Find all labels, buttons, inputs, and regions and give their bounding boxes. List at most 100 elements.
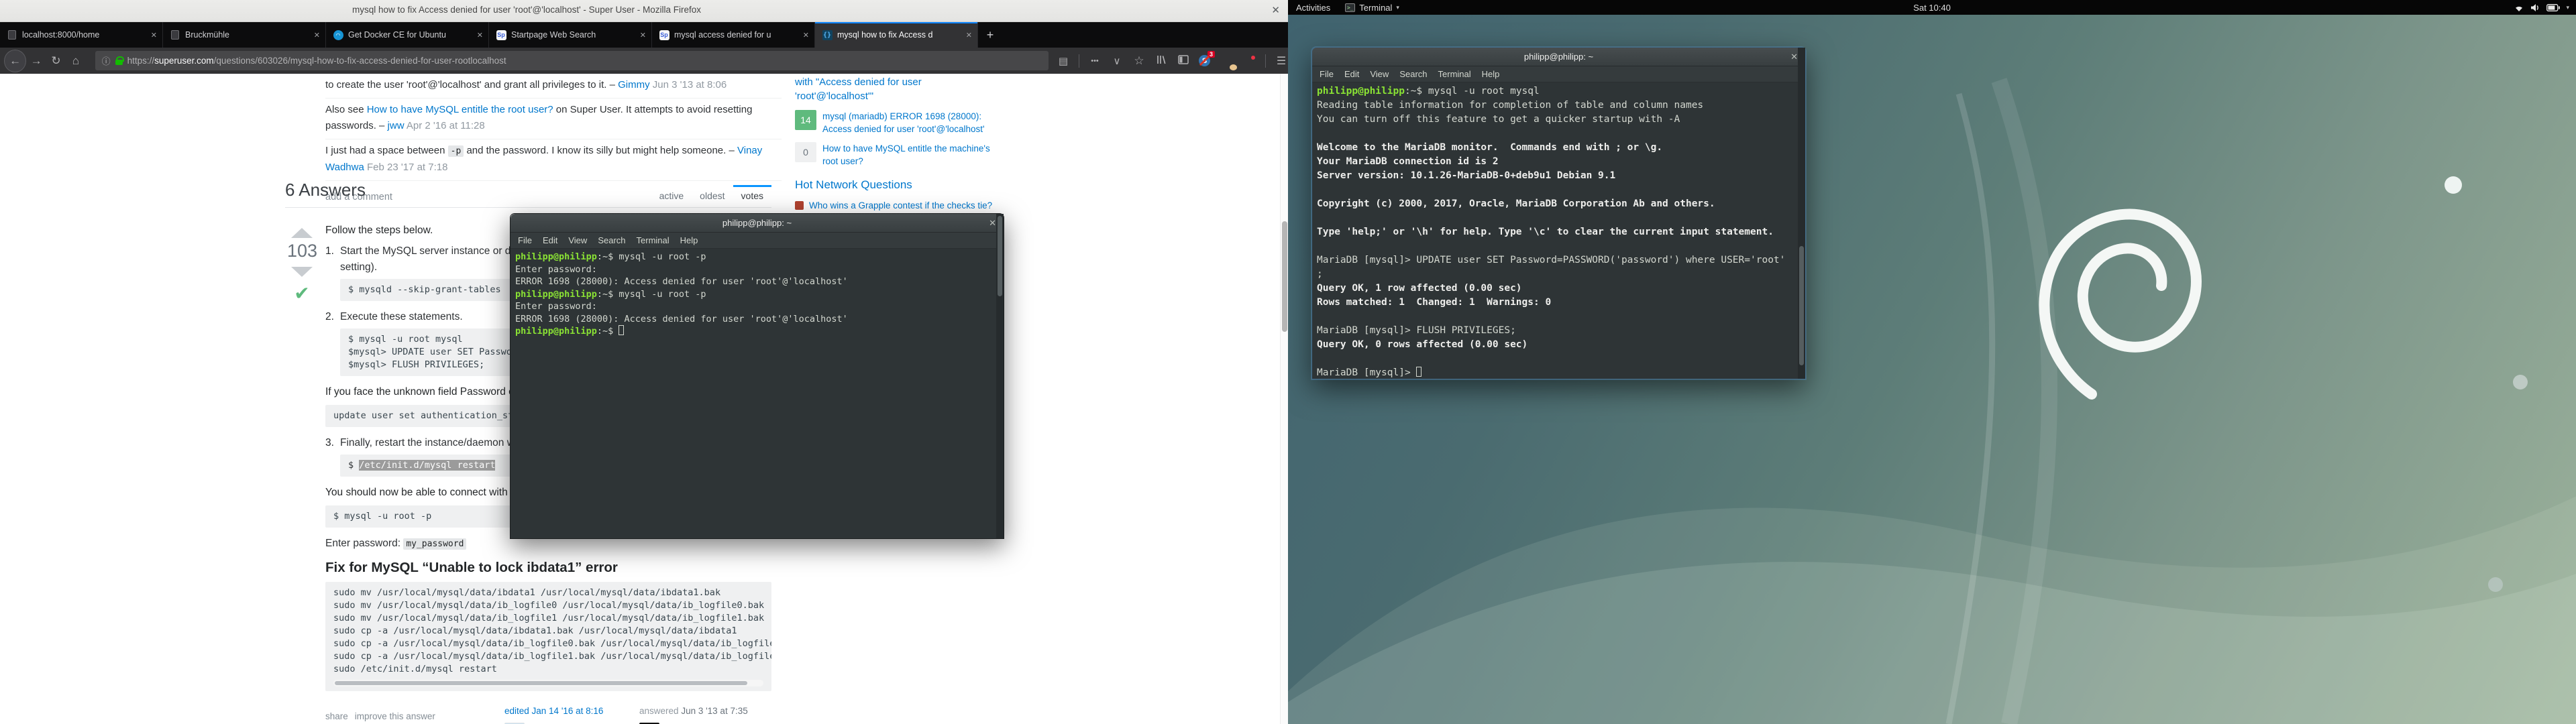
pocket-icon[interactable]: ∨ [1110,55,1124,67]
activities-button[interactable]: Activities [1288,3,1338,13]
menu-item[interactable]: Edit [543,235,557,245]
scrollbar-thumb[interactable] [335,681,747,685]
scrollbar-thumb[interactable] [1282,221,1287,332]
terminal-window-left[interactable]: philipp@philipp: ~ ✕ File Edit View Search T… [510,213,1004,539]
page-icon [7,29,17,40]
site-info-icon[interactable]: ⓘ [102,54,111,67]
terminal-title: philipp@philipp: ~ [722,218,792,228]
tab-bruckmuehle[interactable]: Bruckmühle ✕ [163,22,326,48]
left-monitor: mysql how to fix Access denied for user … [0,0,1288,724]
linked-question-link[interactable]: 'root'@'localhost'" [795,89,1006,103]
tab-localhost[interactable]: localhost:8000/home ✕ [0,22,163,48]
terminal-titlebar[interactable]: philipp@philipp: ~ ✕ [511,214,1004,233]
menu-item[interactable]: Help [1482,69,1500,79]
code-line: sudo mv /usr/local/mysql/data/ibdata1 /u… [333,587,763,599]
tab-docker[interactable]: ◠ Get Docker CE for Ubuntu ✕ [326,22,489,48]
menu-item[interactable]: File [518,235,532,245]
tab-close-icon[interactable]: ✕ [151,31,157,40]
forward-button[interactable]: → [26,51,46,71]
noscript-icon[interactable]: S3 [1199,55,1212,66]
bookmark-star-icon[interactable]: ☆ [1132,54,1146,68]
tab-close-icon[interactable]: ✕ [640,31,646,40]
improve-answer-link[interactable]: improve this answer [355,709,435,724]
back-button[interactable]: ← [4,50,26,72]
close-icon[interactable]: ✕ [989,218,996,229]
terminal-line: Type 'help;' or '\h' for help. Type '\c'… [1317,225,1796,239]
sidebar-toggle-icon[interactable] [1177,54,1190,68]
terminal-scrollbar[interactable] [996,214,1004,538]
linked-question[interactable]: 14 mysql (mariadb) ERROR 1698 (28000): A… [795,110,1006,135]
scrollbar-thumb[interactable] [998,216,1002,296]
library-icon[interactable] [1155,54,1168,68]
tab-close-icon[interactable]: ✕ [803,31,809,40]
linked-question-link[interactable]: mysql (mariadb) ERROR 1698 (28000): Acce… [822,110,1006,135]
hot-question[interactable]: Who wins a Grapple contest if the checks… [795,200,1006,212]
tab-close-icon[interactable]: ✕ [477,31,483,40]
answered-user-card: answered Jun 3 '13 at 7:35 Yogus 1,20128… [639,703,748,724]
reader-view-icon[interactable]: ▤ [1057,55,1070,67]
docker-icon: ◠ [333,29,343,40]
terminal-line: philipp@philipp:~$ [515,325,994,338]
terminal-cursor [1416,367,1421,377]
reload-button[interactable]: ↻ [46,51,66,71]
menu-item[interactable]: View [1370,69,1389,79]
close-icon[interactable]: ✕ [1271,4,1280,16]
tab-startpage[interactable]: Sp Startpage Web Search ✕ [489,22,652,48]
terminal-title: philipp@philipp: ~ [1524,52,1593,62]
edited-date-link[interactable]: edited Jan 14 '16 at 8:16 [504,703,603,719]
sort-tab-oldest[interactable]: oldest [692,185,733,208]
tab-close-icon[interactable]: ✕ [314,31,320,40]
menu-item[interactable]: File [1320,69,1334,79]
tab-superuser-active[interactable]: {} mysql how to fix Access d ✕ [815,22,978,48]
code-line: sudo mv /usr/local/mysql/data/ib_logfile… [333,612,763,625]
linked-question-link[interactable]: How to have MySQL entitle the machine's … [822,142,1006,168]
new-tab-button[interactable]: + [978,22,1002,48]
tab-close-icon[interactable]: ✕ [966,31,972,40]
terminal-content[interactable]: philipp@philipp:~$ mysql -u root mysqlRe… [1312,82,1805,379]
terminal-line: ; [1317,267,1796,282]
url-domain: superuser.com [154,56,214,66]
home-button[interactable]: ⌂ [66,51,85,71]
downvote-arrow-icon[interactable] [291,267,313,277]
terminal-content[interactable]: philipp@philipp:~$ mysql -u root -pEnter… [511,249,1004,538]
firefox-titlebar[interactable]: mysql how to fix Access denied for user … [0,0,1288,22]
upvote-arrow-icon[interactable] [291,228,313,238]
tab-mysql-search[interactable]: Sp mysql access denied for u ✕ [652,22,815,48]
horizontal-scrollbar[interactable] [333,680,763,686]
url-bar[interactable]: ⓘ https://superuser.com/questions/603026… [95,51,1049,70]
chevron-down-icon: ▾ [1396,4,1399,11]
gnome-top-bar: Activities >_ Terminal ▾ Sat 10:40 ▾ [1288,0,2576,15]
terminal-line: Rows matched: 1 Changed: 1 Warnings: 0 [1317,296,1796,310]
linked-question[interactable]: 0 How to have MySQL entitle the machine'… [795,142,1006,168]
close-icon[interactable]: ✕ [1790,52,1798,62]
comment: Also see How to have MySQL entitle the r… [325,99,782,139]
clock[interactable]: Sat 10:40 [1913,3,1951,13]
menu-item[interactable]: Terminal [637,235,669,245]
https-padlock-icon[interactable] [115,60,123,65]
terminal-titlebar[interactable]: philipp@philipp: ~ ✕ [1312,48,1805,66]
menu-item[interactable]: View [568,235,587,245]
share-link[interactable]: share [325,709,348,724]
edited-user-card: edited Jan 14 '16 at 8:16 Community ♦ 1 [504,703,603,724]
menu-item[interactable]: Edit [1344,69,1359,79]
answers-count: 6 Answers [285,180,366,200]
hot-question-link[interactable]: Who wins a Grapple contest if the checks… [809,200,992,212]
hamburger-menu-icon[interactable]: ☰ [1275,54,1288,68]
sort-tab-votes[interactable]: votes [733,185,771,208]
sort-tab-active[interactable]: active [651,185,692,208]
code-line: sudo cp -a /usr/local/mysql/data/ibdata1… [333,625,763,638]
terminal-scrollbar[interactable] [1798,48,1805,379]
terminal-window-right[interactable]: philipp@philipp: ~ ✕ File Edit View Search T… [1311,47,1806,379]
menu-item[interactable]: Terminal [1438,69,1471,79]
system-status-area[interactable]: ▾ [2514,3,2569,12]
app-menu[interactable]: >_ Terminal ▾ [1338,3,1406,13]
menu-item[interactable]: Search [1399,69,1427,79]
page-scrollbar[interactable] [1280,74,1288,724]
answered-date: Jun 3 '13 at 7:35 [681,706,747,716]
menu-item[interactable]: Help [680,235,698,245]
terminal-line [1317,183,1796,197]
page-actions-icon[interactable]: ••• [1088,57,1102,65]
scrollbar-thumb[interactable] [1799,246,1804,365]
menu-item[interactable]: Search [598,235,625,245]
linked-question-link[interactable]: with "Access denied for user [795,75,1006,89]
